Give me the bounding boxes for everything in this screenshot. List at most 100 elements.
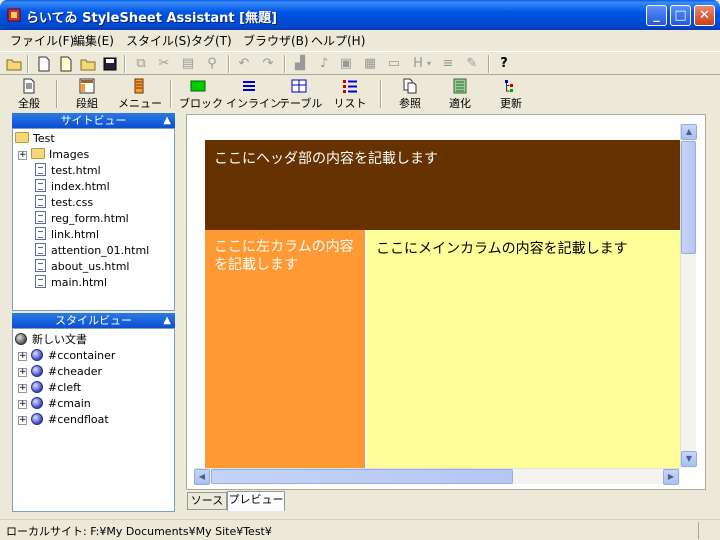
style-item[interactable]: + #cleft [18, 380, 81, 396]
tag-icon[interactable]: ♪ [316, 56, 332, 72]
columns-button[interactable]: 段組 [70, 78, 104, 111]
tree-file[interactable]: index.html [35, 179, 110, 195]
tab-source[interactable]: ソース [187, 492, 227, 510]
style-view-header: スタイルビュー ▲ [12, 313, 175, 328]
new-file-icon[interactable] [58, 56, 74, 72]
document-node-icon [15, 333, 27, 345]
style-root[interactable]: 新しい文書 [15, 332, 87, 348]
list-button[interactable]: リスト [333, 78, 367, 111]
horizontal-scroll-thumb[interactable] [211, 469, 513, 484]
menu-layout-button[interactable]: メニュー [118, 78, 162, 111]
new-file-icon[interactable] [36, 56, 52, 72]
html-file-icon [35, 179, 46, 192]
inline-icon [243, 81, 255, 91]
refresh-label: 更新 [500, 97, 522, 110]
tag-icon[interactable]: ▭ [386, 56, 402, 72]
preview-main-column[interactable]: ここにメインカラムの内容を記載します [367, 230, 680, 468]
copy-icon[interactable]: ⧉ [133, 56, 149, 72]
paste-icon[interactable]: ▤ [180, 56, 196, 72]
optimize-button[interactable]: 適化 [443, 78, 477, 111]
collapse-arrow-icon[interactable]: ▲ [163, 113, 171, 128]
style-item[interactable]: + #ccontainer [18, 348, 115, 364]
html-file-icon [35, 211, 46, 224]
maximize-button[interactable]: □ [670, 5, 691, 26]
expand-icon[interactable]: + [18, 416, 27, 425]
vertical-scrollbar[interactable]: ▲ ▼ [680, 124, 697, 468]
scroll-right-icon[interactable]: ▶ [663, 469, 679, 485]
scroll-left-icon[interactable]: ◀ [194, 469, 210, 485]
collapse-arrow-icon[interactable]: ▲ [163, 313, 171, 328]
vertical-scroll-thumb[interactable] [681, 141, 696, 254]
tree-file[interactable]: main.html [35, 275, 107, 291]
menu-style[interactable]: スタイル(S) [126, 32, 191, 49]
open-folder-icon[interactable] [6, 56, 22, 72]
tag-icon[interactable]: ▦ [362, 56, 378, 72]
reference-button[interactable]: 参照 [393, 78, 427, 111]
menu-help[interactable]: ヘルプ(H) [311, 32, 365, 49]
undo-icon[interactable]: ↶ [236, 56, 252, 72]
window-title: らいてゐ StyleSheet Assistant [無題] [26, 11, 278, 26]
tree-file[interactable]: attention_01.html [35, 243, 149, 259]
tree-file[interactable]: test.css [35, 195, 93, 211]
preview-header-block[interactable]: ここにヘッダ部の内容を記載します [205, 140, 680, 230]
block-icon [190, 80, 206, 92]
tab-preview[interactable]: プレビュー [227, 491, 285, 511]
toolbar-separator [170, 80, 172, 108]
close-button[interactable]: ✕ [694, 5, 715, 26]
tag-icon[interactable]: ▣ [338, 56, 354, 72]
general-label: 全般 [18, 97, 40, 110]
preview-left-column[interactable]: ここに左カラムの内容を記載します [205, 230, 365, 468]
status-bar: ローカルサイト: F:¥My Documents¥My Site¥Test¥ [0, 519, 720, 540]
toolbar-separator [56, 80, 58, 108]
tree-file[interactable]: reg_form.html [35, 211, 129, 227]
open-icon[interactable] [80, 56, 96, 72]
folder-icon [15, 132, 29, 143]
table-button[interactable]: テーブル [279, 78, 323, 111]
menu-layout-label: メニュー [118, 97, 162, 110]
find-icon[interactable]: ⚲ [204, 56, 220, 72]
tree-folder[interactable]: + Images [18, 147, 89, 163]
inline-button[interactable]: インライン [226, 78, 281, 111]
scroll-down-icon[interactable]: ▼ [681, 451, 697, 467]
style-rule-icon [31, 381, 43, 393]
preview-document: ここにヘッダ部の内容を記載します ここに左カラムの内容を記載します ここにメイン… [194, 124, 680, 468]
tree-file[interactable]: link.html [35, 227, 99, 243]
style-item[interactable]: + #cmain [18, 396, 91, 412]
horizontal-scrollbar[interactable]: ◀ ▶ [194, 468, 680, 485]
style-item[interactable]: + #cendfloat [18, 412, 109, 428]
block-button[interactable]: ブロック [179, 78, 223, 111]
menu-file[interactable]: ファイル(F) [10, 32, 74, 49]
inline-label: インライン [226, 97, 281, 110]
refresh-button[interactable]: 更新 [494, 78, 528, 111]
tag-icon[interactable]: ▟ [292, 56, 308, 72]
table-label: テーブル [279, 97, 323, 110]
redo-icon[interactable]: ↷ [260, 56, 276, 72]
expand-icon[interactable]: + [18, 384, 27, 393]
expand-icon[interactable]: + [18, 352, 27, 361]
list-icon[interactable]: ≡ [440, 56, 456, 72]
app-icon [7, 8, 21, 22]
site-tree: Test + Images test.html index.html test.c… [12, 128, 175, 311]
table-icon [291, 79, 307, 93]
tree-file[interactable]: test.html [35, 163, 101, 179]
cut-icon[interactable]: ✂ [156, 56, 172, 72]
expand-icon[interactable]: + [18, 151, 27, 160]
help-icon[interactable]: ? [496, 56, 512, 72]
chevron-down-icon[interactable]: ▾ [425, 56, 433, 72]
save-icon[interactable] [102, 56, 118, 72]
tree-root[interactable]: Test [15, 131, 55, 147]
menu-tag[interactable]: タグ(T) [191, 32, 232, 49]
menu-edit[interactable]: 編集(E) [73, 32, 114, 49]
style-view-title: スタイルビュー [55, 314, 132, 327]
scroll-up-icon[interactable]: ▲ [681, 124, 697, 140]
tree-file[interactable]: about_us.html [35, 259, 130, 275]
minimize-button[interactable]: _ [646, 5, 667, 26]
menu-browser[interactable]: ブラウザ(B) [243, 32, 309, 49]
expand-icon[interactable]: + [18, 400, 27, 409]
brush-icon[interactable]: ✎ [464, 56, 480, 72]
general-button[interactable]: 全般 [12, 78, 46, 111]
heading-icon[interactable]: H [410, 56, 426, 72]
expand-icon[interactable]: + [18, 368, 27, 377]
list-label: リスト [333, 97, 367, 110]
style-item[interactable]: + #cheader [18, 364, 102, 380]
